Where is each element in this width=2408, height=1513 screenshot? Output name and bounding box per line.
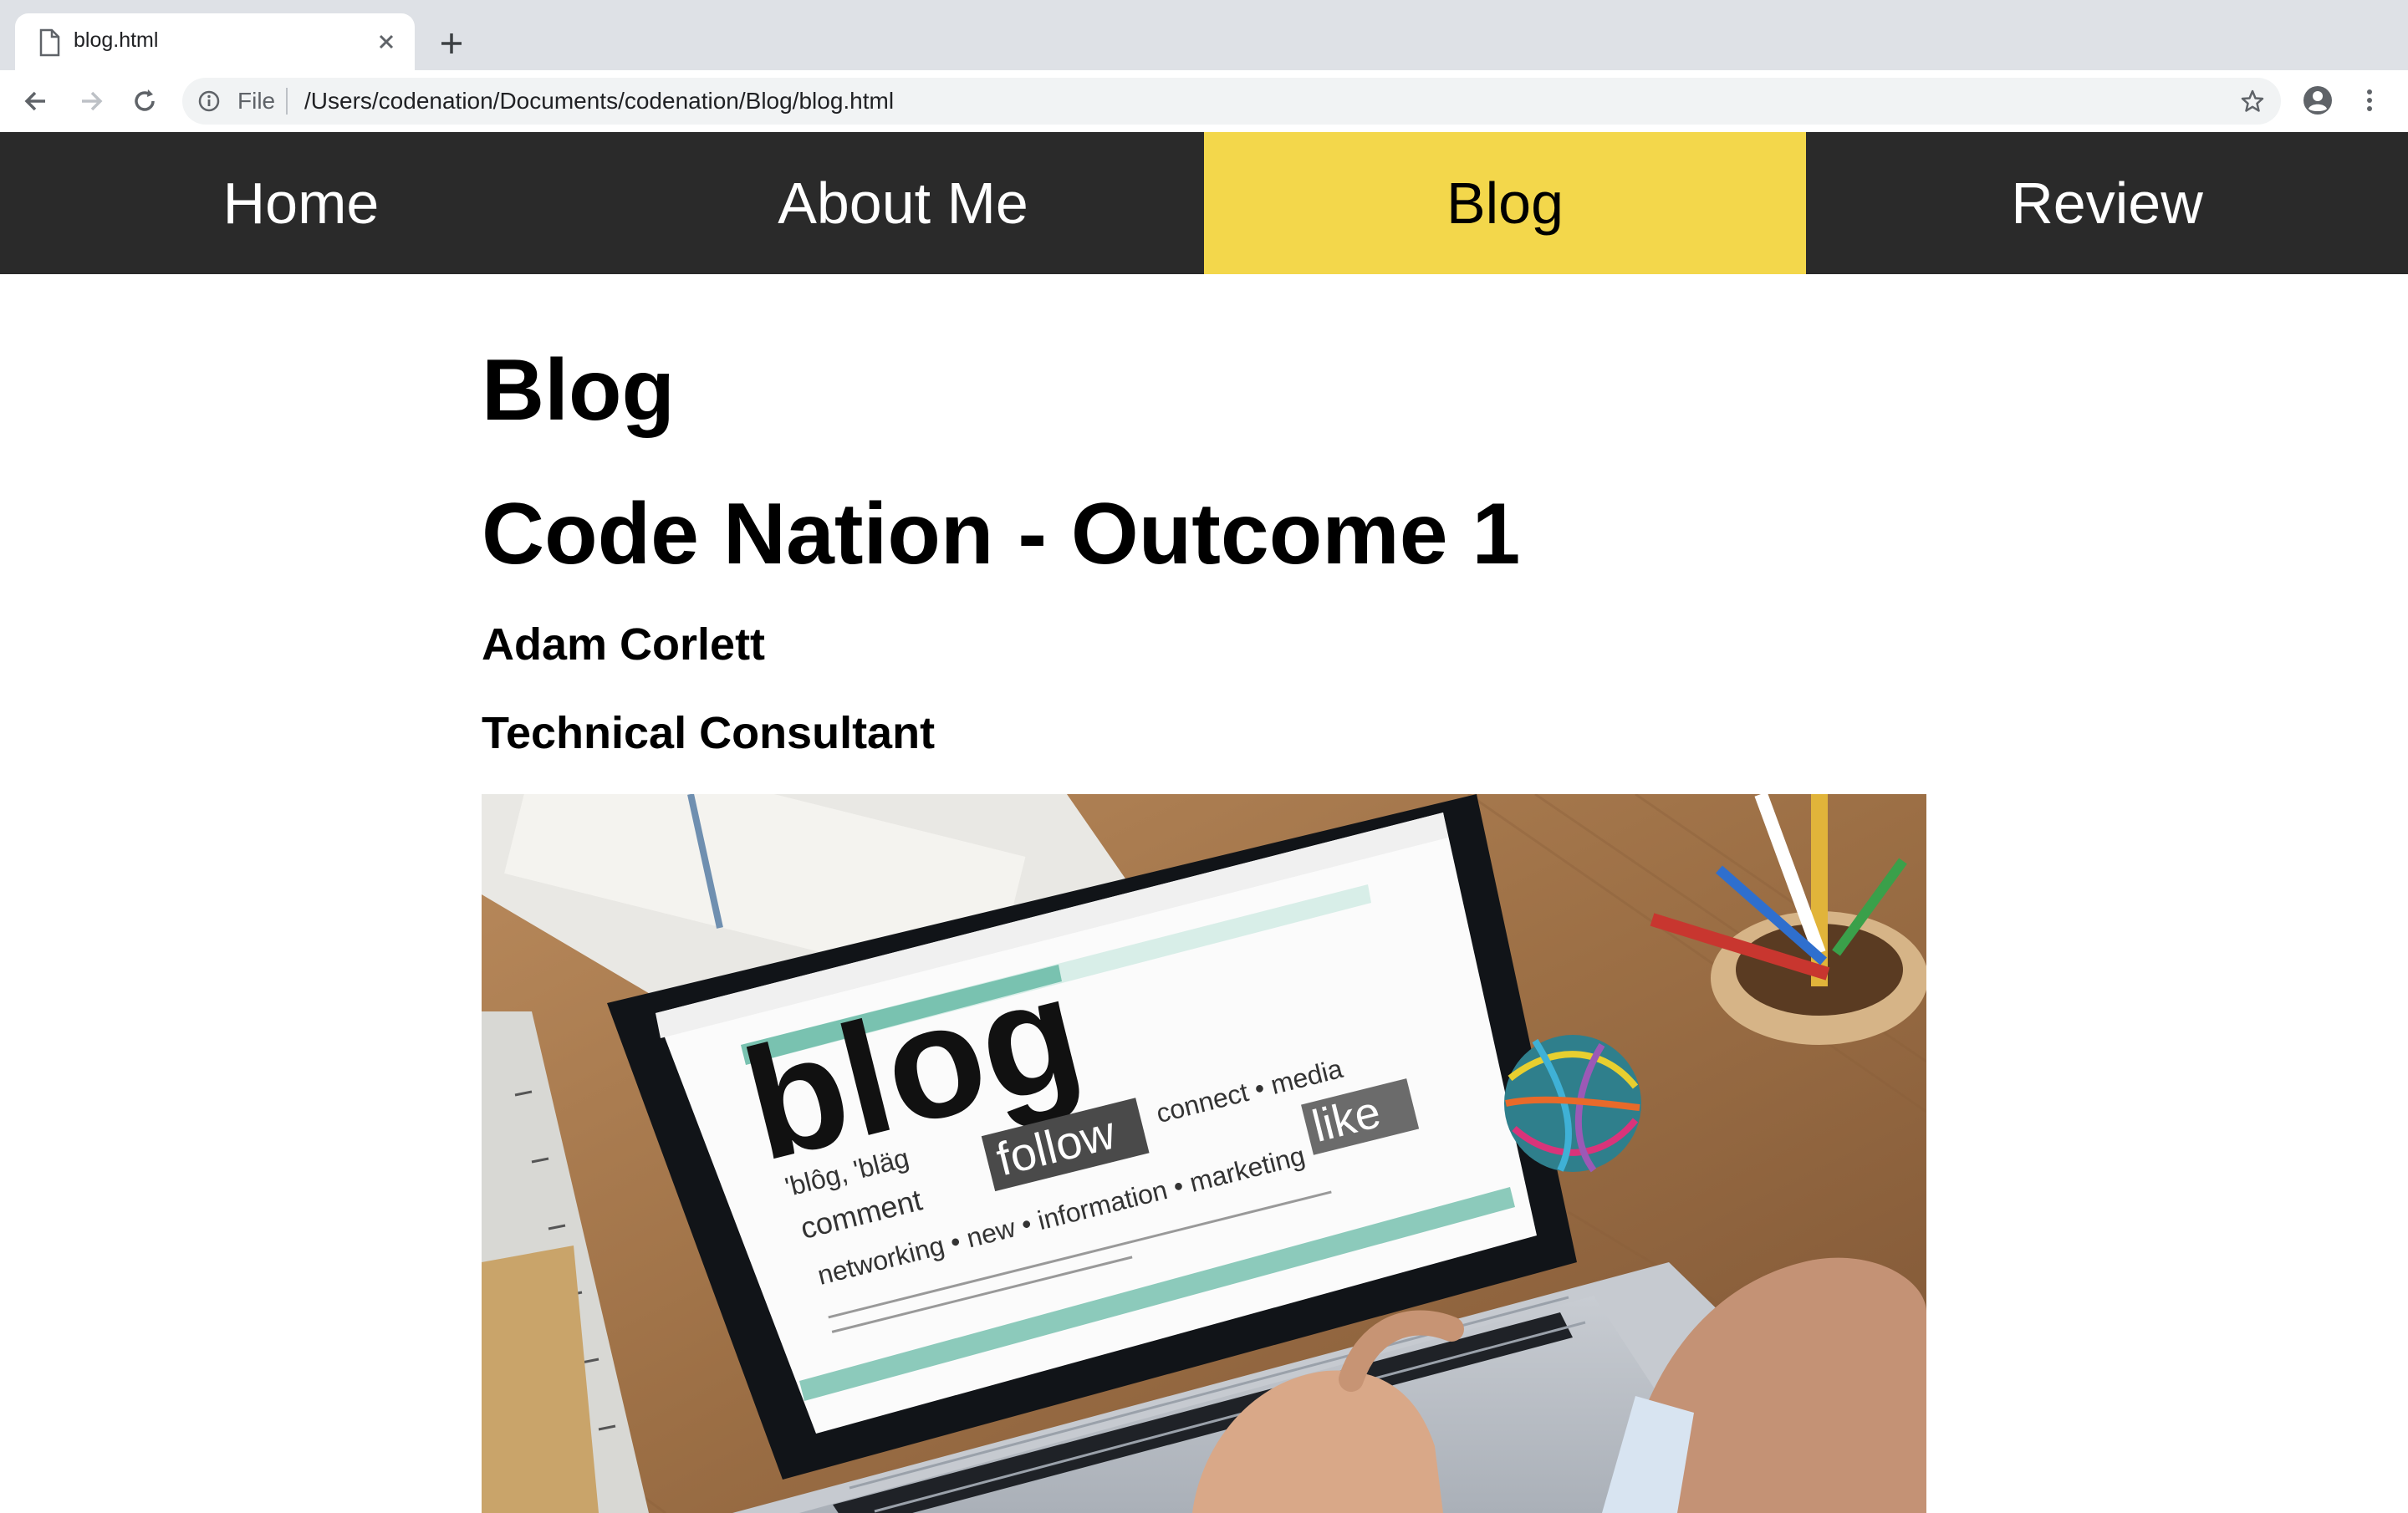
post-title: Code Nation - Outcome 1 bbox=[482, 486, 1521, 583]
browser-tab-strip: blog.html bbox=[0, 0, 2408, 70]
blog-hero-image: blog 'blôg, 'bläg follow comment connect… bbox=[482, 794, 1926, 1513]
kebab-menu-icon[interactable] bbox=[2360, 84, 2380, 117]
file-icon bbox=[39, 28, 60, 57]
laptop-illustration: blog 'blôg, 'bläg follow comment connect… bbox=[482, 794, 1926, 1513]
page-title: Blog bbox=[482, 342, 676, 439]
bookmark-star-icon[interactable] bbox=[2239, 88, 2266, 115]
info-icon[interactable] bbox=[197, 89, 221, 113]
back-arrow-icon[interactable] bbox=[20, 85, 52, 117]
address-bar[interactable]: File /Users/codenation/Documents/codenat… bbox=[182, 78, 2281, 125]
scheme-label: File bbox=[237, 88, 276, 114]
author-role: Technical Consultant bbox=[482, 708, 936, 758]
nav-review[interactable]: Review bbox=[1806, 132, 2408, 274]
close-icon[interactable] bbox=[373, 28, 400, 55]
author-name: Adam Corlett bbox=[482, 619, 766, 670]
forward-arrow-icon[interactable] bbox=[75, 85, 107, 117]
profile-avatar-icon[interactable] bbox=[2301, 84, 2334, 117]
nav-blog[interactable]: Blog bbox=[1204, 132, 1806, 274]
omnibox-divider bbox=[286, 88, 288, 115]
url-text[interactable]: /Users/codenation/Documents/codenation/B… bbox=[304, 88, 894, 115]
site-navigation: Home About Me Blog Review bbox=[0, 132, 2408, 274]
nav-about-me[interactable]: About Me bbox=[602, 132, 1204, 274]
reload-icon[interactable] bbox=[129, 85, 161, 117]
browser-toolbar: File /Users/codenation/Documents/codenat… bbox=[0, 70, 2408, 133]
nav-home[interactable]: Home bbox=[0, 132, 602, 274]
browser-tab[interactable]: blog.html bbox=[15, 13, 415, 70]
new-tab-plus-icon[interactable] bbox=[435, 27, 468, 60]
tab-title: blog.html bbox=[74, 28, 159, 52]
